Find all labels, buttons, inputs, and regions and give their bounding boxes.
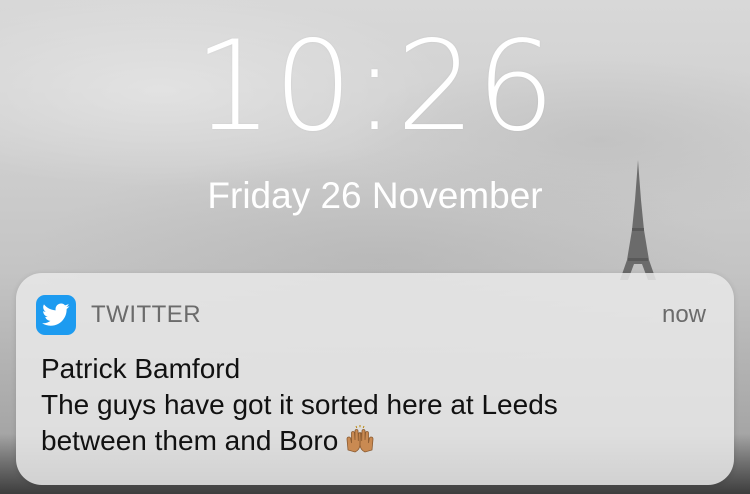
notification-body: Patrick Bamford The guys have got it sor… [41,351,706,465]
notification-card[interactable]: TWITTER now Patrick Bamford The guys hav… [16,273,734,485]
notification-message-line-1: The guys have got it sorted here at Leed… [41,389,558,420]
notification-message-line-2: between them and Boro [41,423,706,465]
lockscreen-clock: 10:26 [193,15,557,159]
lockscreen-date: Friday 26 November [207,175,543,216]
raising-hands-emoji-icon [344,424,376,465]
notification-app-name: TWITTER [91,301,202,328]
twitter-bird-icon [36,295,76,335]
notification-message-text: between them and Boro [41,425,339,456]
notification-timestamp: now [661,301,706,328]
notification-header: TWITTER now [36,295,706,335]
notification-title: Patrick Bamford [41,353,241,384]
